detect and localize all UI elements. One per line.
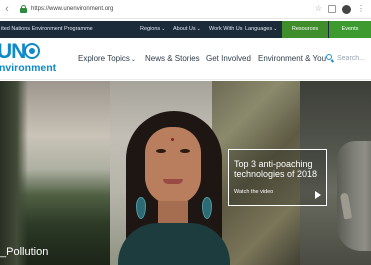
address-url[interactable]: https://www.unenvironment.org — [31, 6, 113, 12]
logo-subtitle[interactable]: nvironment — [0, 62, 56, 74]
hero-caption[interactable]: _Pollution — [0, 246, 48, 258]
chevron-down-icon: ⌄ — [130, 57, 136, 63]
topbar-link-languages[interactable]: Languages⌄ — [245, 26, 277, 32]
hero-trees — [0, 81, 28, 265]
topbar-link-about[interactable]: About Us⌄ — [173, 26, 201, 32]
topbar-link-work[interactable]: Work With Us — [209, 26, 243, 32]
back-arrow-icon[interactable]: ‹ — [2, 2, 12, 16]
profile-avatar-icon[interactable] — [342, 4, 351, 14]
utility-bar: ited Nations Environment Programme Regio… — [0, 21, 371, 38]
hero-banner: Top 3 anti-poaching technologies of 2018… — [0, 81, 371, 265]
lock-icon — [20, 5, 27, 13]
nav-explore-topics[interactable]: Explore Topics⌄ — [78, 54, 136, 63]
search-icon[interactable] — [326, 53, 335, 63]
browser-menu-icon[interactable]: ⋮ — [357, 4, 365, 14]
hero-person-image — [118, 111, 230, 265]
main-navigation: UN nvironment Explore Topics⌄ News & Sto… — [0, 38, 371, 80]
watch-video-link[interactable]: Watch the video — [234, 189, 273, 195]
topbar-link-regions[interactable]: Regions⌄ — [140, 26, 165, 32]
nav-news-stories[interactable]: News & Stories — [145, 54, 200, 63]
chevron-down-icon: ⌄ — [273, 26, 278, 32]
extension-icon[interactable] — [328, 5, 336, 13]
events-button[interactable]: Events — [329, 21, 371, 38]
nav-get-involved[interactable]: Get Involved — [206, 54, 251, 63]
browser-actions: ☆ ⋮ — [315, 4, 365, 14]
chevron-down-icon: ⌄ — [161, 26, 166, 32]
nav-environment-you[interactable]: Environment & You — [258, 54, 326, 63]
search-box[interactable] — [326, 52, 371, 64]
browser-address-bar: ‹ https://www.unenvironment.org ☆ ⋮ — [0, 0, 371, 19]
resources-button[interactable]: Resources — [282, 21, 328, 38]
promo-title: Top 3 anti-poaching technologies of 2018 — [234, 159, 318, 179]
play-icon[interactable] — [315, 191, 321, 199]
chevron-down-icon: ⌄ — [196, 26, 201, 32]
logo-un-text[interactable]: UN — [0, 40, 26, 64]
org-name[interactable]: ited Nations Environment Programme — [1, 26, 93, 32]
search-input[interactable] — [337, 54, 371, 62]
un-emblem-icon[interactable] — [24, 43, 40, 59]
video-promo-card[interactable]: Top 3 anti-poaching technologies of 2018… — [228, 149, 327, 206]
bookmark-star-icon[interactable]: ☆ — [315, 4, 322, 14]
